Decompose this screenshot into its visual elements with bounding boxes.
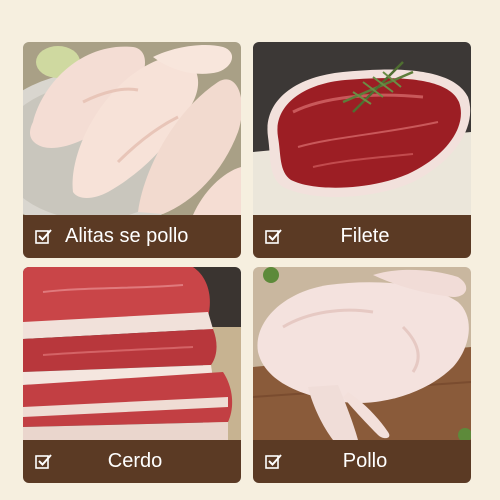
beef-steak-photo [253,42,471,215]
checkbox-checked-icon [35,228,52,245]
product-label-bar: Filete [253,215,471,258]
checkbox-checked-icon [35,453,52,470]
checkbox-checked-icon [265,228,282,245]
product-label-bar: Alitas se pollo [23,215,241,258]
checkbox-checked-icon [265,453,282,470]
product-label: Cerdo [107,450,163,472]
whole-raw-chicken-photo [253,267,471,440]
product-card-steak: Filete [253,42,471,258]
product-label: Filete [340,225,390,247]
product-card-chicken-wings: Alitas se pollo [23,42,241,258]
product-label-bar: Pollo [253,440,471,483]
product-card-pork: Cerdo [23,267,241,483]
product-label: Alitas se pollo [65,225,189,247]
product-card-whole-chicken: Pollo [253,267,471,483]
raw-chicken-wings-photo [23,42,241,215]
pork-belly-photo [23,267,241,440]
product-label-bar: Cerdo [23,440,241,483]
product-label: Pollo [342,450,388,472]
